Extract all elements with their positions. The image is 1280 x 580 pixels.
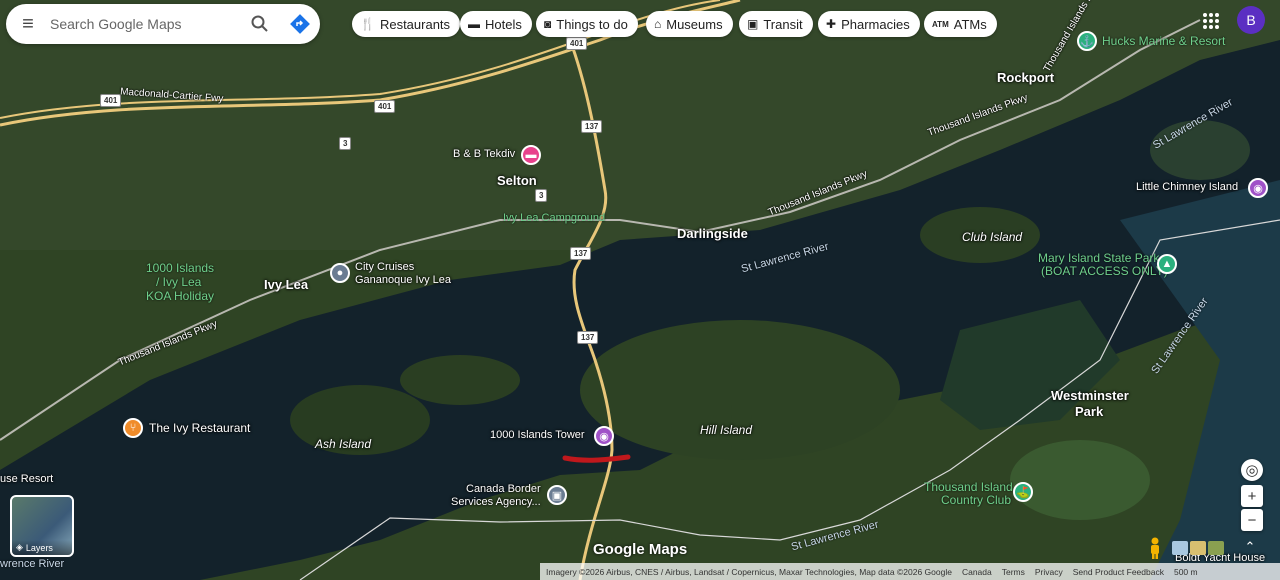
chip-restaurants[interactable]: 🍴 Restaurants xyxy=(352,11,461,37)
place-label-little-chimney[interactable]: Little Chimney Island xyxy=(1136,181,1238,193)
place-label-border-2: Services Agency... xyxy=(451,496,541,508)
place-label-koa-2: / Ivy Lea xyxy=(156,275,202,289)
layers-icon: ◈ xyxy=(16,542,23,552)
scale-label[interactable]: 500 m xyxy=(1174,567,1198,577)
attraction-pin-icon[interactable]: ◉ xyxy=(594,426,614,446)
place-label-koa[interactable]: 1000 Islands xyxy=(146,261,214,275)
ferry-pin-icon[interactable]: ● xyxy=(330,263,350,283)
highway-137-shield: 137 xyxy=(577,331,599,344)
place-label-darlingside[interactable]: Darlingside xyxy=(677,226,748,241)
park-pin-icon[interactable]: ▲ xyxy=(1157,254,1177,274)
chip-transit[interactable]: ▣ Transit xyxy=(739,11,813,37)
fork-knife-icon: 🍴 xyxy=(360,17,375,31)
pharmacy-icon: ✚ xyxy=(826,17,837,31)
highway-137-shield: 137 xyxy=(570,247,592,260)
privacy-link[interactable]: Privacy xyxy=(1035,567,1063,577)
place-label-mary-island-note: (BOAT ACCESS ONLY) xyxy=(1041,264,1168,278)
place-label-selton[interactable]: Selton xyxy=(497,173,537,188)
place-label-city-cruises-2: Gananoque Ivy Lea xyxy=(355,274,452,286)
chevron-up-icon[interactable]: ⌃ xyxy=(1240,537,1260,557)
zoom-in-button[interactable]: + xyxy=(1241,485,1263,507)
my-location-icon[interactable]: ◎ xyxy=(1241,459,1263,481)
camera-icon: ◙ xyxy=(544,17,552,31)
place-label-westminster-2: Park xyxy=(1075,404,1104,419)
island-label-club: Club Island xyxy=(962,230,1023,244)
country-link[interactable]: Canada xyxy=(962,567,992,577)
place-label-koa-3: KOA Holiday xyxy=(146,289,215,303)
river-label: wrence River xyxy=(0,558,65,570)
place-label-border[interactable]: Canada Border xyxy=(466,483,541,495)
restaurant-pin-icon[interactable]: ⑂ xyxy=(123,418,143,438)
attribution-bar: Imagery ©2026 Airbus, CNES / Airbus, Lan… xyxy=(540,563,1280,580)
place-label-city-cruises[interactable]: City Cruises xyxy=(355,261,414,273)
search-icon[interactable] xyxy=(240,15,280,33)
directions-icon[interactable] xyxy=(280,14,320,34)
menu-icon[interactable]: ≡ xyxy=(6,13,50,36)
google-maps-logo: Google Maps xyxy=(593,541,688,558)
museum-icon: ⌂ xyxy=(654,17,662,31)
search-box[interactable]: ≡ Search Google Maps xyxy=(6,4,320,44)
atm-icon: ATM xyxy=(932,19,949,29)
bed-icon: ▬ xyxy=(468,17,480,31)
train-icon: ▣ xyxy=(747,17,759,31)
golf-pin-icon[interactable]: ⛳ xyxy=(1013,482,1033,502)
place-label-hucks[interactable]: Hucks Marine & Resort xyxy=(1102,34,1225,48)
layers-button[interactable]: ◈ Layers xyxy=(10,495,74,557)
marina-pin-icon[interactable]: ⚓ xyxy=(1077,31,1097,51)
feedback-link[interactable]: Send Product Feedback xyxy=(1073,567,1164,577)
government-pin-icon[interactable]: ▣ xyxy=(547,485,567,505)
attraction-pin-icon[interactable]: ◉ xyxy=(1248,178,1268,198)
highway-401-shield: 401 xyxy=(374,100,396,113)
place-label-ivy-restaurant[interactable]: The Ivy Restaurant xyxy=(149,421,250,435)
place-label-tower[interactable]: 1000 Islands Tower xyxy=(490,429,585,441)
place-label-mary-island[interactable]: Mary Island State Park xyxy=(1038,251,1159,265)
tile-icon[interactable] xyxy=(1172,541,1188,555)
place-label-resort-partial[interactable]: use Resort xyxy=(0,473,53,485)
chip-atms[interactable]: ATM ATMs xyxy=(924,11,997,37)
place-label-bb[interactable]: B & B Tekdiv xyxy=(453,148,515,160)
place-label-country-club[interactable]: Thousand Island xyxy=(924,480,1013,494)
search-input[interactable]: Search Google Maps xyxy=(50,16,240,32)
island-label-ash: Ash Island xyxy=(315,437,372,451)
pegman-icon[interactable] xyxy=(1145,536,1165,560)
tile-icon[interactable] xyxy=(1208,541,1224,555)
chip-museums[interactable]: ⌂ Museums xyxy=(646,11,733,37)
chip-things-to-do[interactable]: ◙ Things to do xyxy=(536,11,638,37)
place-label-country-club-2: Country Club xyxy=(941,493,1012,507)
island-label-hill: Hill Island xyxy=(700,423,753,437)
place-label-rockport[interactable]: Rockport xyxy=(997,70,1054,85)
zoom-out-button[interactable]: − xyxy=(1241,509,1263,531)
hotel-pin-icon[interactable]: ▬ xyxy=(521,145,541,165)
chip-pharmacies[interactable]: ✚ Pharmacies xyxy=(818,11,920,37)
imagery-tiles[interactable] xyxy=(1172,537,1230,559)
imagery-credit: Imagery ©2026 Airbus, CNES / Airbus, Lan… xyxy=(546,566,952,577)
highway-3-shield: 3 xyxy=(535,189,548,202)
place-label-westminster[interactable]: Westminster xyxy=(1051,388,1129,403)
chip-hotels[interactable]: ▬ Hotels xyxy=(460,11,532,37)
apps-grid-icon[interactable] xyxy=(1200,10,1222,32)
highway-401-shield: 401 xyxy=(566,37,588,50)
account-avatar[interactable]: B xyxy=(1237,6,1265,34)
place-label-ivy-lea[interactable]: Ivy Lea xyxy=(264,277,308,292)
highway-137-shield: 137 xyxy=(581,120,603,133)
highway-401-shield: 401 xyxy=(100,94,122,107)
highway-3-shield: 3 xyxy=(339,137,352,150)
place-label-campground[interactable]: Ivy Lea Campground xyxy=(503,212,605,224)
terms-link[interactable]: Terms xyxy=(1002,567,1025,577)
tile-icon[interactable] xyxy=(1190,541,1206,555)
